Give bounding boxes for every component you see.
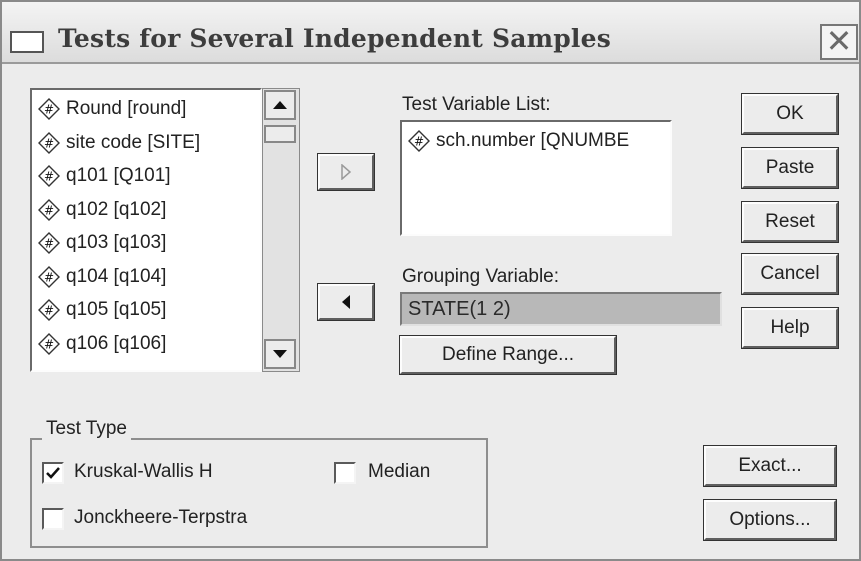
variable-label: Round [round] xyxy=(66,98,187,119)
svg-text:#: # xyxy=(44,337,54,351)
svg-text:#: # xyxy=(414,135,424,149)
source-variable-list[interactable]: # Round [round] # site code [SITE] # q101 [Q1… xyxy=(30,88,262,372)
move-to-test-list-button[interactable] xyxy=(317,153,375,191)
numeric-variable-icon: # xyxy=(38,265,60,288)
jonckheere-terpstra-checkbox[interactable] xyxy=(42,508,64,530)
paste-button[interactable]: Paste xyxy=(741,147,839,189)
median-label: Median xyxy=(368,461,431,482)
kruskal-wallis-checkbox[interactable] xyxy=(42,462,64,484)
variable-label: q101 [Q101] xyxy=(66,165,171,186)
test-variable-list[interactable]: # sch.number [QNUMBE xyxy=(400,120,672,236)
cancel-button[interactable]: Cancel xyxy=(741,253,839,295)
tests-dialog: Tests for Several Independent Samples ✕ … xyxy=(0,0,861,561)
variable-label: q104 [q104] xyxy=(66,265,167,287)
svg-text:#: # xyxy=(44,304,54,318)
list-item[interactable]: # site code [SITE] xyxy=(38,128,200,158)
svg-text:#: # xyxy=(44,103,54,117)
svg-text:#: # xyxy=(44,203,54,217)
numeric-variable-icon: # xyxy=(38,198,60,221)
svg-text:#: # xyxy=(44,136,54,150)
help-button[interactable]: Help xyxy=(741,307,839,349)
checkmark-icon xyxy=(46,467,60,479)
grouping-variable-field[interactable]: STATE(1 2) xyxy=(400,292,722,326)
exact-button[interactable]: Exact... xyxy=(703,445,837,487)
numeric-variable-icon: # xyxy=(38,131,60,154)
list-item[interactable]: # Round [round] xyxy=(38,94,186,124)
list-item[interactable]: # q102 [q102] xyxy=(38,195,166,225)
list-item[interactable]: # q103 [q103] xyxy=(38,228,166,258)
scroll-thumb[interactable] xyxy=(264,125,296,143)
numeric-variable-icon: # xyxy=(38,98,60,120)
svg-text:#: # xyxy=(44,170,54,184)
test-type-label: Test Type xyxy=(42,418,131,440)
variable-label: q102 [q102] xyxy=(66,198,167,220)
window-title: Tests for Several Independent Samples xyxy=(58,24,612,53)
window-icon xyxy=(10,31,44,53)
title-bar[interactable]: Tests for Several Independent Samples ✕ xyxy=(2,2,859,64)
list-item[interactable]: # q105 [q105] xyxy=(38,295,166,325)
test-variable-label: sch.number [QNUMBE xyxy=(436,130,630,151)
numeric-variable-icon: # xyxy=(408,130,430,152)
scroll-down-icon xyxy=(273,350,287,358)
grouping-variable-label: Grouping Variable: xyxy=(402,266,560,287)
numeric-variable-icon: # xyxy=(38,165,60,187)
variable-label: q105 [q105] xyxy=(66,299,167,320)
kruskal-wallis-label: Kruskal-Wallis H xyxy=(74,461,213,482)
variable-label: site code [SITE] xyxy=(66,131,201,153)
right-arrow-icon xyxy=(341,164,352,180)
define-range-button[interactable]: Define Range... xyxy=(399,335,617,375)
list-item[interactable]: # q101 [Q101] xyxy=(38,161,171,191)
ok-button[interactable]: OK xyxy=(741,93,839,135)
numeric-variable-icon: # xyxy=(38,332,60,355)
reset-button[interactable]: Reset xyxy=(741,201,839,243)
svg-text:#: # xyxy=(44,237,54,251)
options-button[interactable]: Options... xyxy=(703,499,837,541)
list-item[interactable]: # sch.number [QNUMBE xyxy=(408,126,629,156)
close-button[interactable]: ✕ xyxy=(820,24,858,60)
jonckheere-terpstra-label: Jonckheere-Terpstra xyxy=(74,507,248,528)
numeric-variable-icon: # xyxy=(38,232,60,254)
numeric-variable-icon: # xyxy=(38,299,60,321)
list-item[interactable]: # q106 [q106] xyxy=(38,329,166,359)
scroll-up-button[interactable] xyxy=(264,90,296,120)
scroll-up-icon xyxy=(273,101,287,109)
variable-label: q103 [q103] xyxy=(66,232,167,253)
variable-label: q106 [q106] xyxy=(66,332,167,354)
median-checkbox[interactable] xyxy=(334,462,356,484)
variable-list-scrollbar[interactable] xyxy=(262,88,300,372)
svg-text:#: # xyxy=(44,270,54,284)
left-arrow-icon xyxy=(342,295,350,309)
move-grouping-variable-button[interactable] xyxy=(317,283,375,321)
list-item[interactable]: # q104 [q104] xyxy=(38,262,166,292)
close-icon: ✕ xyxy=(825,22,853,60)
test-type-group xyxy=(30,438,488,548)
test-variable-list-label: Test Variable List: xyxy=(402,94,551,115)
scroll-down-button[interactable] xyxy=(264,339,296,369)
